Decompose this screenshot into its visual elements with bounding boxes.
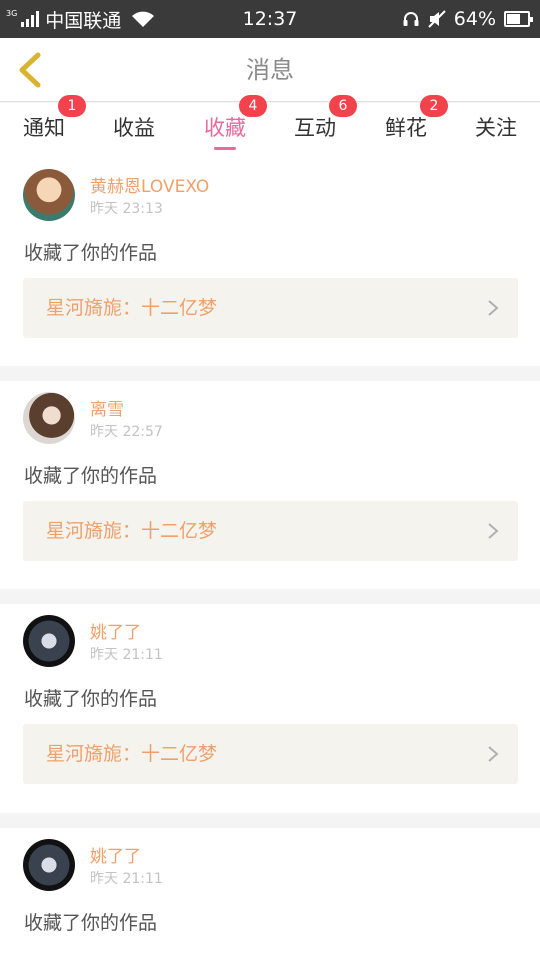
message-card: 姚了了 昨天 21:11 收藏了你的作品 bbox=[0, 828, 540, 960]
tab-label: 鲜花 bbox=[385, 116, 427, 140]
tab-label: 互动 bbox=[294, 116, 336, 140]
username[interactable]: 离雪 bbox=[90, 395, 124, 420]
work-title: 星河旖旎：十二亿梦 bbox=[46, 297, 218, 319]
message-action: 收藏了你的作品 bbox=[24, 688, 158, 710]
work-link[interactable]: 星河旖旎：十二亿梦 bbox=[23, 724, 518, 784]
message-action: 收藏了你的作品 bbox=[24, 465, 158, 487]
headset-icon bbox=[403, 12, 419, 26]
message-card: 离雪 昨天 22:57 收藏了你的作品 星河旖旎：十二亿梦 bbox=[0, 381, 540, 589]
page-title: 消息 bbox=[246, 56, 294, 84]
message-time: 昨天 21:11 bbox=[90, 871, 163, 887]
work-title: 星河旖旎：十二亿梦 bbox=[46, 743, 218, 765]
chevron-right-icon bbox=[488, 523, 499, 539]
username[interactable]: 黄赫恩LOVEXO bbox=[90, 172, 209, 197]
tab-label: 关注 bbox=[475, 116, 517, 140]
tab-flowers[interactable]: 鲜花 2 bbox=[371, 95, 448, 158]
unread-badge: 6 bbox=[329, 95, 357, 117]
message-action: 收藏了你的作品 bbox=[24, 242, 158, 264]
tab-interactions[interactable]: 互动 6 bbox=[280, 95, 357, 158]
status-right: 64% bbox=[402, 0, 533, 38]
tab-notifications[interactable]: 通知 1 bbox=[9, 95, 86, 158]
app-header: 消息 bbox=[0, 38, 540, 102]
chevron-right-icon bbox=[488, 300, 499, 316]
message-card: 姚了了 昨天 21:11 收藏了你的作品 星河旖旎：十二亿梦 bbox=[0, 604, 540, 813]
unread-badge: 2 bbox=[420, 95, 448, 117]
tab-label: 收益 bbox=[113, 116, 155, 140]
mute-icon bbox=[428, 10, 446, 28]
avatar[interactable] bbox=[23, 615, 75, 667]
tab-label: 通知 bbox=[23, 116, 65, 140]
work-link[interactable]: 星河旖旎：十二亿梦 bbox=[23, 501, 518, 561]
battery-percent: 64% bbox=[453, 8, 496, 30]
message-tabs: 通知 1 收益 收藏 4 互动 6 鲜花 2 关注 bbox=[0, 95, 540, 158]
tab-favorites[interactable]: 收藏 4 bbox=[190, 95, 267, 158]
tab-follows[interactable]: 关注 bbox=[461, 103, 531, 158]
work-link[interactable]: 星河旖旎：十二亿梦 bbox=[23, 278, 518, 338]
tab-underline bbox=[214, 147, 236, 150]
avatar[interactable] bbox=[23, 839, 75, 891]
message-time: 昨天 22:57 bbox=[90, 424, 163, 440]
unread-badge: 1 bbox=[58, 95, 86, 117]
message-action: 收藏了你的作品 bbox=[24, 912, 158, 934]
username[interactable]: 姚了了 bbox=[90, 842, 141, 867]
avatar[interactable] bbox=[23, 392, 75, 444]
unread-badge: 4 bbox=[239, 95, 267, 117]
work-title: 星河旖旎：十二亿梦 bbox=[46, 520, 218, 542]
tab-label: 收藏 bbox=[204, 116, 246, 140]
message-time: 昨天 23:13 bbox=[90, 201, 163, 217]
message-card: 黄赫恩LOVEXO 昨天 23:13 收藏了你的作品 星河旖旎：十二亿梦 bbox=[0, 158, 540, 366]
message-time: 昨天 21:11 bbox=[90, 647, 163, 663]
battery-icon bbox=[504, 11, 533, 27]
status-bar: 3G 中国联通 12:37 64% bbox=[0, 0, 540, 38]
avatar[interactable] bbox=[23, 169, 75, 221]
username[interactable]: 姚了了 bbox=[90, 618, 141, 643]
chevron-right-icon bbox=[488, 746, 499, 762]
tab-earnings[interactable]: 收益 bbox=[99, 103, 169, 158]
